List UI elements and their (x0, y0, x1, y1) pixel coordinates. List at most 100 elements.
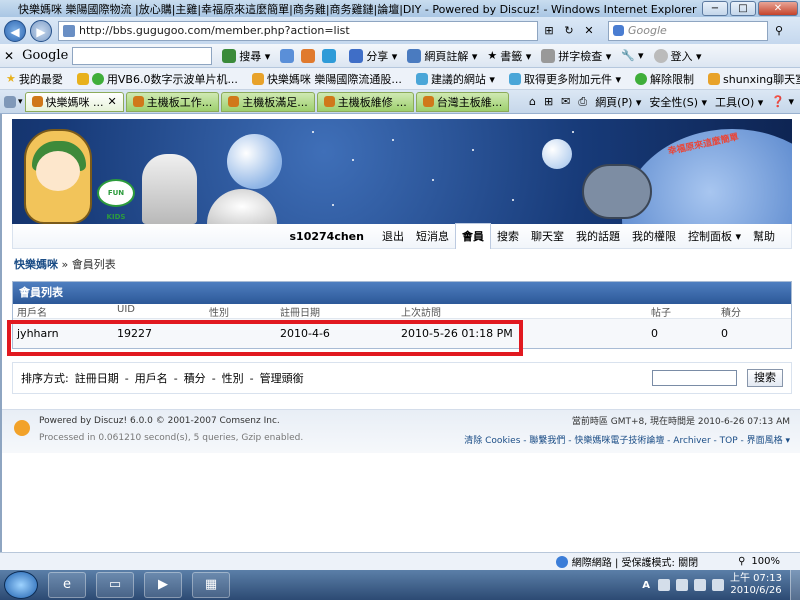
url-field[interactable]: http://bbs.gugugoo.com/member.php?action… (58, 20, 538, 41)
help-menu[interactable]: ❓ ▾ (771, 95, 794, 108)
nav-chatroom[interactable]: 聊天室 (525, 224, 570, 249)
ie-taskbar-icon[interactable]: e (48, 572, 86, 598)
member-username[interactable]: jyhharn (13, 327, 117, 340)
page-menu[interactable]: 網頁(P) ▾ (595, 94, 641, 110)
col-registered[interactable]: 註冊日期 (280, 304, 401, 319)
zoom-level[interactable]: 100% (751, 556, 780, 567)
nav-members[interactable]: 會員 (454, 223, 491, 249)
breadcrumb-home[interactable]: 快樂媽咪 (14, 258, 58, 271)
home-icon[interactable]: ⌂ (529, 95, 536, 108)
favorite-link[interactable]: 用VB6.0数字示波单片机... (76, 71, 238, 87)
member-search-button[interactable]: 搜索 (747, 369, 783, 387)
toolbar-close-icon[interactable]: ✕ (4, 49, 14, 63)
tab-list-icon[interactable]: ▾ (18, 97, 23, 107)
sort-by-gender[interactable]: 性別 (222, 370, 244, 386)
close-button[interactable]: ✕ (758, 1, 798, 16)
forward-button[interactable]: ▶ (30, 19, 52, 42)
tab[interactable]: 主機板維修 ... (316, 91, 414, 112)
zoom-icon: ⚲ (738, 556, 746, 567)
back-button[interactable]: ◀ (4, 19, 26, 42)
google-search-input[interactable] (72, 46, 213, 65)
toolbar-signin-button[interactable]: 登入 ▾ (653, 48, 702, 64)
forum-footer: Powered by Discuz! 6.0.0 © 2001-2007 Com… (2, 409, 800, 453)
volume-icon[interactable] (712, 579, 724, 591)
window-title-bar: 快樂媽咪 樂陽國際物流 |放心購|主雞|幸福原來這麼簡單|商务雞|商务雞鏈|論壇… (0, 0, 800, 17)
favorite-link[interactable]: 快樂媽咪 樂陽國際流通股... (251, 71, 402, 87)
quick-tabs-icon[interactable] (4, 95, 16, 108)
col-username[interactable]: 用戶名 (13, 304, 117, 319)
tab[interactable]: 主機板滿足... (221, 91, 315, 112)
print-icon[interactable]: ⎙ (578, 95, 587, 109)
feeds-icon[interactable]: ⊞ (544, 95, 553, 108)
toolbar-search-button[interactable]: 搜尋 ▾ (222, 48, 270, 64)
show-desktop-button[interactable] (790, 570, 800, 600)
col-posts[interactable]: 帖子 (651, 304, 721, 319)
spellcheck-icon (541, 48, 556, 63)
page-icon (132, 96, 144, 107)
language-indicator[interactable]: A (642, 580, 650, 591)
stop-icon[interactable]: ✕ (580, 21, 598, 41)
toolbar-share-button[interactable]: 分享 ▾ (349, 48, 397, 64)
toolbar-web-icons[interactable] (280, 48, 339, 63)
favorite-link[interactable]: 建議的網站 ▾ (415, 71, 495, 87)
nav-my-permissions[interactable]: 我的權限 (626, 224, 682, 249)
toolbar-notebook-button[interactable]: 網頁註解 ▾ (407, 48, 477, 64)
page-icon (228, 96, 240, 107)
nav-help[interactable]: 幫助 (747, 224, 781, 249)
favorite-link[interactable]: 解除限制 (635, 71, 694, 87)
nav-my-topics[interactable]: 我的話題 (570, 224, 626, 249)
search-icon[interactable]: ⚲ (770, 21, 788, 41)
sort-by-username[interactable]: 用戶名 (135, 370, 168, 386)
member-search-input[interactable] (652, 370, 737, 386)
favorites-button[interactable]: ★ 我的最愛 (6, 71, 63, 87)
safety-menu[interactable]: 安全性(S) ▾ (649, 94, 707, 110)
member-last-visit: 2010-5-26 01:18 PM (401, 327, 513, 340)
tab[interactable]: 主機板工作... (125, 91, 220, 112)
nav-logout[interactable]: 退出 (376, 224, 410, 249)
toolbar-spellcheck-button[interactable]: 拼字檢查 ▾ (541, 48, 611, 64)
member-uid: 19227 (117, 327, 152, 340)
mascot-graphic (24, 129, 92, 224)
tools-menu[interactable]: 工具(O) ▾ (715, 94, 763, 110)
sort-by-title[interactable]: 管理頭銜 (260, 370, 304, 386)
search-icon (222, 48, 237, 63)
explorer-taskbar-icon[interactable]: ▭ (96, 572, 134, 598)
nav-search[interactable]: 搜索 (491, 224, 525, 249)
sort-by-registered[interactable]: 註冊日期 (75, 370, 119, 386)
ime-icon[interactable] (658, 579, 670, 591)
refresh-icon[interactable]: ↻ (560, 21, 578, 41)
tab[interactable]: 台灣主板維... (415, 91, 510, 112)
col-uid[interactable]: UID (117, 304, 209, 318)
nav-control-panel[interactable]: 控制面板 ▾ (682, 224, 747, 249)
flag-icon[interactable] (676, 579, 688, 591)
minimize-button[interactable]: − (702, 1, 728, 16)
search-input[interactable]: Google (608, 20, 768, 41)
username-link[interactable]: s10274chen (290, 230, 364, 243)
app-taskbar-icon[interactable]: ▦ (192, 572, 230, 598)
toolbar-bookmarks-button[interactable]: ★ 書籤 ▾ (487, 48, 531, 64)
footer-links[interactable]: 清除 Cookies - 聯繫我們 - 快樂媽咪電子技術論壇 - Archive… (464, 433, 790, 446)
start-button[interactable] (4, 571, 38, 599)
col-last-visit[interactable]: 上次訪問 (401, 304, 651, 319)
clock[interactable]: 上午 07:13 2010/6/26 (730, 573, 782, 597)
sort-separator: - (124, 371, 129, 385)
close-icon[interactable]: ✕ (108, 95, 117, 108)
security-zone[interactable]: 網際網路 | 受保護模式: 關閉 (572, 554, 698, 569)
page-icon (251, 72, 264, 85)
network-icon[interactable] (694, 579, 706, 591)
maximize-button[interactable]: □ (730, 1, 756, 16)
favorite-link[interactable]: 取得更多附加元件 ▾ (508, 71, 621, 87)
col-gender[interactable]: 性別 (209, 304, 280, 319)
toolbar-settings-button[interactable]: 🔧 ▾ (621, 49, 643, 62)
moon-graphic (227, 134, 282, 189)
sort-by-credits[interactable]: 積分 (184, 370, 206, 386)
media-player-taskbar-icon[interactable]: ▶ (144, 572, 182, 598)
mail-icon[interactable]: ✉ (561, 95, 570, 108)
forum-logo[interactable]: FUN KIDS (97, 179, 135, 221)
favorite-link[interactable]: shunxing聊天室 (708, 71, 800, 87)
nav-messages[interactable]: 短消息 (410, 224, 455, 249)
tab[interactable]: 快樂媽咪 ... ✕ (24, 91, 124, 112)
col-credits[interactable]: 積分 (721, 304, 781, 319)
processed-info: Processed in 0.061210 second(s), 5 queri… (39, 433, 304, 443)
compatibility-icon[interactable]: ⊞ (540, 21, 558, 41)
